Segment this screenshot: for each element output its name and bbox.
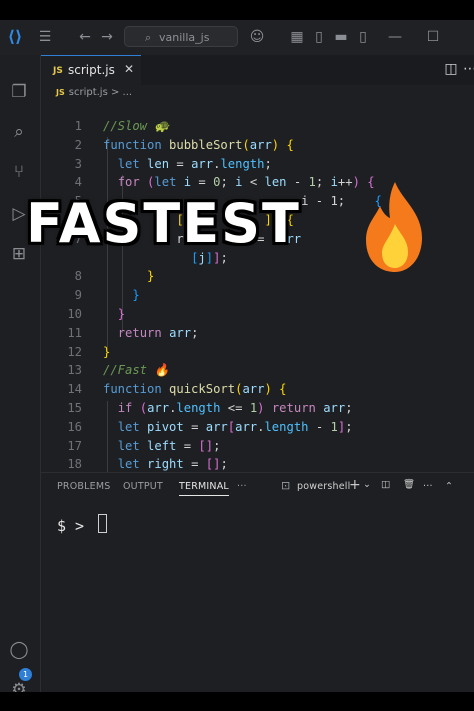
- code-line: let right = [];: [117, 457, 228, 472]
- activity-bar: ❐ ⌕ ⑂ ▷ ⊞ ◯ ⚙: [0, 55, 41, 692]
- line-number: 4: [74, 175, 82, 190]
- close-tab-icon[interactable]: ✕: [124, 62, 134, 76]
- breadcrumb[interactable]: JS script.js > ...: [56, 85, 132, 101]
- panel-more-actions-icon[interactable]: ···: [423, 481, 433, 492]
- code-line: }: [132, 288, 140, 303]
- toggle-secondary-sidebar-icon[interactable]: ▯: [354, 28, 372, 46]
- line-number: 9: [74, 288, 82, 303]
- back-arrow-icon[interactable]: ←: [76, 28, 94, 46]
- code-editor[interactable]: 1 //Slow 🐢 2 function bubbleSort(arr) { 3 le…: [41, 101, 474, 473]
- more-actions-icon[interactable]: ⋯: [461, 60, 474, 78]
- split-terminal-icon[interactable]: ◫: [381, 479, 390, 490]
- settings-gear-icon[interactable]: ⚙: [8, 679, 30, 692]
- trash-icon[interactable]: 🗑: [403, 479, 415, 490]
- line-number: 16: [67, 419, 82, 434]
- editor-tabs: JS script.js ✕ ◫ ⋯: [41, 55, 474, 85]
- line-number: 17: [67, 438, 82, 453]
- tab-terminal[interactable]: TERMINAL: [179, 481, 229, 496]
- line-number: 10: [67, 307, 82, 321]
- toggle-sidebar-icon[interactable]: ▯: [310, 28, 328, 46]
- breadcrumb-trail: > ...: [110, 87, 133, 98]
- layout-customize-icon[interactable]: ▦: [288, 28, 306, 46]
- code-line: }: [147, 269, 155, 284]
- account-icon[interactable]: ◯: [8, 639, 30, 661]
- javascript-file-icon: JS: [53, 66, 63, 76]
- vscode-window: ⟨⟩ ☰ ← → ⌕ vanilla_js ☺ ▦ ▯ ▬ ▯ — ☐ ❐ ⌕ …: [0, 20, 474, 692]
- terminal-shell-name[interactable]: powershell: [297, 481, 350, 492]
- tab-output[interactable]: OUTPUT: [123, 481, 163, 492]
- code-line: }: [117, 307, 126, 321]
- line-number: 12: [67, 344, 82, 359]
- code-line: function quickSort(arr) {: [103, 382, 287, 397]
- line-number: 18: [67, 457, 82, 472]
- code-line: //Slow 🐢: [103, 119, 170, 133]
- code-line: let left = [];: [117, 438, 221, 453]
- tab-label: script.js: [68, 63, 115, 77]
- minimize-icon[interactable]: —: [386, 28, 404, 46]
- code-line: }: [103, 344, 111, 359]
- source-control-icon[interactable]: ⑂: [8, 161, 30, 183]
- line-number: 8: [74, 269, 82, 284]
- line-number: 14: [67, 382, 82, 397]
- search-icon[interactable]: ⌕: [8, 121, 30, 143]
- bottom-panel: PROBLEMS OUTPUT TERMINAL ··· ⊡ powershel…: [41, 472, 474, 692]
- maximize-panel-icon[interactable]: ⌃: [445, 481, 453, 492]
- workspace-name: vanilla_js: [159, 31, 210, 44]
- vscode-logo-icon: ⟨⟩: [7, 27, 23, 46]
- command-center-search[interactable]: ⌕ vanilla_js: [124, 26, 238, 47]
- panel-more-icon[interactable]: ···: [237, 481, 247, 492]
- tab-script-js[interactable]: JS script.js ✕: [41, 55, 141, 85]
- code-line: function bubbleSort(arr) {: [103, 137, 294, 152]
- line-number: 1: [74, 119, 82, 133]
- overlay-caption: FASTEST: [26, 192, 301, 255]
- line-number: 2: [74, 137, 82, 152]
- copilot-icon[interactable]: ☺: [248, 28, 266, 46]
- menu-icon[interactable]: ☰: [36, 28, 54, 46]
- terminal-cursor[interactable]: [98, 514, 107, 533]
- code-line: let pivot = arr[arr.length - 1];: [117, 419, 353, 434]
- search-icon: ⌕: [145, 31, 152, 44]
- chevron-down-icon[interactable]: ⌄: [363, 479, 371, 490]
- split-editor-icon[interactable]: ◫: [442, 60, 460, 78]
- javascript-file-icon: JS: [56, 88, 65, 97]
- maximize-icon[interactable]: ☐: [424, 28, 442, 46]
- code-line: return arr;: [117, 325, 199, 340]
- line-number: 11: [67, 325, 82, 340]
- code-line: //Fast 🔥: [103, 363, 170, 378]
- line-number: 13: [67, 363, 82, 378]
- code-line: let len = arr.length;: [117, 156, 272, 171]
- tab-problems[interactable]: PROBLEMS: [57, 481, 110, 492]
- code-line: if (arr.length <= 1) return arr;: [117, 401, 353, 415]
- toggle-panel-icon[interactable]: ▬: [332, 28, 350, 46]
- fire-emoji-icon: [366, 182, 422, 272]
- terminal-icon: ⊡: [281, 479, 291, 492]
- forward-arrow-icon[interactable]: →: [98, 28, 116, 46]
- code-line: for (let i = 0; i < len - 1; i++) {: [117, 175, 375, 190]
- new-terminal-icon[interactable]: +: [349, 477, 361, 493]
- settings-update-badge: 1: [19, 668, 32, 681]
- line-number: 15: [67, 401, 82, 415]
- breadcrumb-file: script.js: [68, 87, 108, 98]
- title-bar: ⟨⟩ ☰ ← → ⌕ vanilla_js ☺ ▦ ▯ ▬ ▯ — ☐: [0, 20, 474, 55]
- line-number: 3: [74, 156, 82, 171]
- terminal-prompt: $ >: [57, 517, 85, 535]
- explorer-icon[interactable]: ❐: [8, 81, 30, 103]
